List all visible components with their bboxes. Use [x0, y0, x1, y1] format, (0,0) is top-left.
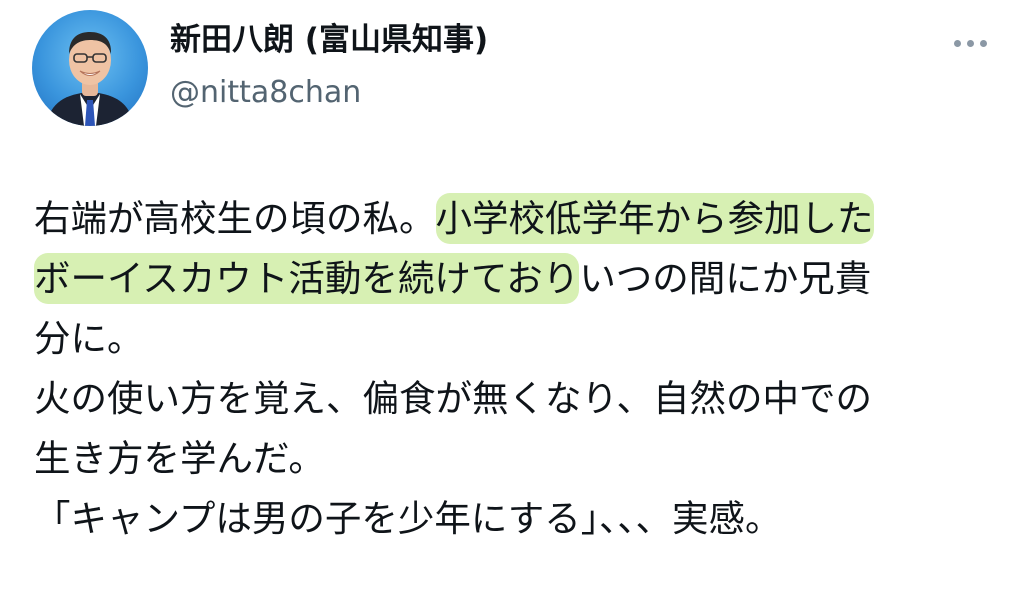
highlighted-text: ボーイスカウト活動を続けており — [34, 253, 580, 304]
tweet-header: 新田八朗 (富山県知事) @nitta8chan — [170, 18, 488, 114]
tweet: 新田八朗 (富山県知事) @nitta8chan 右端が高校生の頃の私。小学校低… — [0, 0, 1024, 607]
tweet-text-line: 生き方を学んだ。 — [34, 437, 325, 480]
tweet-text-line: 火の使い方を覚え、偏食が無くなり、自然の中での — [34, 377, 873, 420]
more-horizontal-icon — [979, 39, 987, 47]
tweet-text: 右端が高校生の頃の私。小学校低学年から参加した ボーイスカウト活動を続けておりい… — [34, 189, 1006, 549]
author-display-name[interactable]: 新田八朗 (富山県知事) — [170, 18, 488, 62]
person-avatar-icon — [46, 32, 134, 126]
more-options-button[interactable] — [944, 28, 996, 58]
tweet-text-line: 分に。 — [34, 317, 144, 360]
tweet-text-line: ボーイスカウト活動を続けておりいつの間にか兄貴 — [34, 249, 1006, 309]
tweet-text-line: 右端が高校生の頃の私。小学校低学年から参加した — [34, 189, 1006, 249]
more-horizontal-icon — [953, 39, 961, 47]
more-horizontal-icon — [966, 39, 974, 47]
author-handle[interactable]: @nitta8chan — [170, 72, 488, 114]
tweet-text-segment: いつの間にか兄貴 — [579, 257, 872, 300]
author-avatar[interactable] — [32, 10, 148, 126]
tweet-text-segment: 右端が高校生の頃の私。 — [34, 197, 436, 240]
highlighted-text: 小学校低学年から参加した — [435, 193, 874, 244]
tweet-text-line: 「キャンプは男の子を少年にする」、、、実感。 — [34, 497, 782, 540]
